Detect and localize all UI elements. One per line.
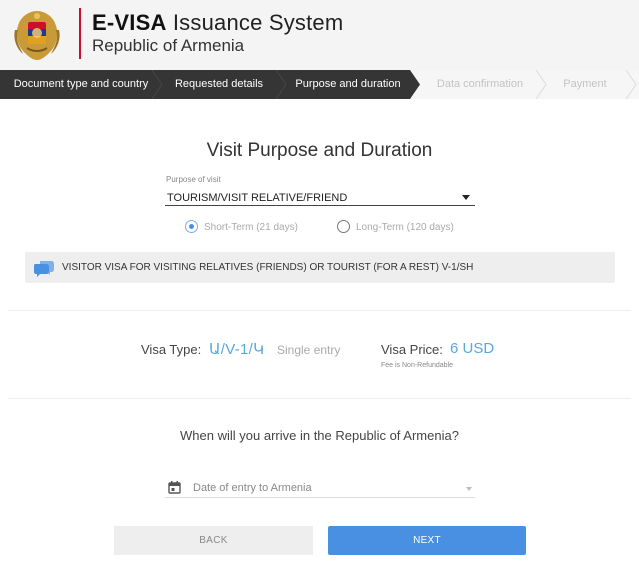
arrival-question: When will you arrive in the Republic of … [180,428,459,443]
chevron-down-icon [466,487,472,491]
purpose-value: TOURISM/VISIT RELATIVE/FRIEND [167,192,348,204]
entry-date-placeholder: Date of entry to Armenia [193,482,312,494]
visa-price-label: Visa Price: [381,342,443,357]
radio-selected-icon [185,220,198,233]
visa-type-label: Visa Type: [141,342,202,357]
entry-date-input[interactable]: Date of entry to Armenia [165,478,475,498]
section-title: Visit Purpose and Duration [206,140,433,161]
app-subtitle: Republic of Armenia [92,36,245,55]
step-document-type[interactable]: Document type and country [0,70,162,99]
chat-bubbles-icon [34,261,54,277]
armenia-emblem-logo [14,11,60,60]
step-requested-details[interactable]: Requested details [152,70,286,99]
step-label: Data confirmation [436,78,524,90]
header: E-VISA Issuance System Republic of Armen… [0,0,639,70]
progress-steps: Document type and country Requested deta… [0,70,639,99]
visa-entry: Single entry [277,343,341,357]
visa-price-value: 6 USD [450,340,495,357]
step-purpose-duration[interactable]: Purpose and duration [276,70,420,99]
step-separator-icon [625,70,637,99]
calendar-icon [168,481,181,494]
step-data-confirmation: Data confirmation [418,70,542,99]
radio-label: Long-Term (120 days) [356,222,454,233]
purpose-label: Purpose of visit [166,175,221,184]
app-title-rest: Issuance System [166,10,344,35]
visa-info-text: VISITOR VISA FOR VISITING RELATIVES (FRI… [62,262,474,273]
divider [8,310,631,311]
fee-note: Fee is Non-Refundable [381,362,453,369]
step-label: Requested details [174,78,264,90]
radio-short-term[interactable]: Short-Term (21 days) [185,220,315,234]
step-payment: Payment [540,70,630,99]
back-button[interactable]: BACK [114,526,313,555]
radio-long-term[interactable]: Long-Term (120 days) [337,220,467,234]
step-label: Document type and country [13,78,149,90]
app-title: E-VISA Issuance System [92,10,343,36]
radio-unselected-icon [337,220,350,233]
radio-label: Short-Term (21 days) [204,222,298,233]
visa-info-box: VISITOR VISA FOR VISITING RELATIVES (FRI… [25,252,615,283]
header-divider [79,8,81,59]
purpose-select[interactable]: TOURISM/VISIT RELATIVE/FRIEND [165,188,475,206]
step-label: Purpose and duration [295,78,401,90]
app-title-bold: E-VISA [92,10,167,35]
chevron-down-icon [462,195,470,200]
step-label: Payment [563,78,607,90]
next-button[interactable]: NEXT [328,526,526,555]
divider [8,398,631,399]
visa-type-value: Ա/V-1/Կ [209,341,265,358]
